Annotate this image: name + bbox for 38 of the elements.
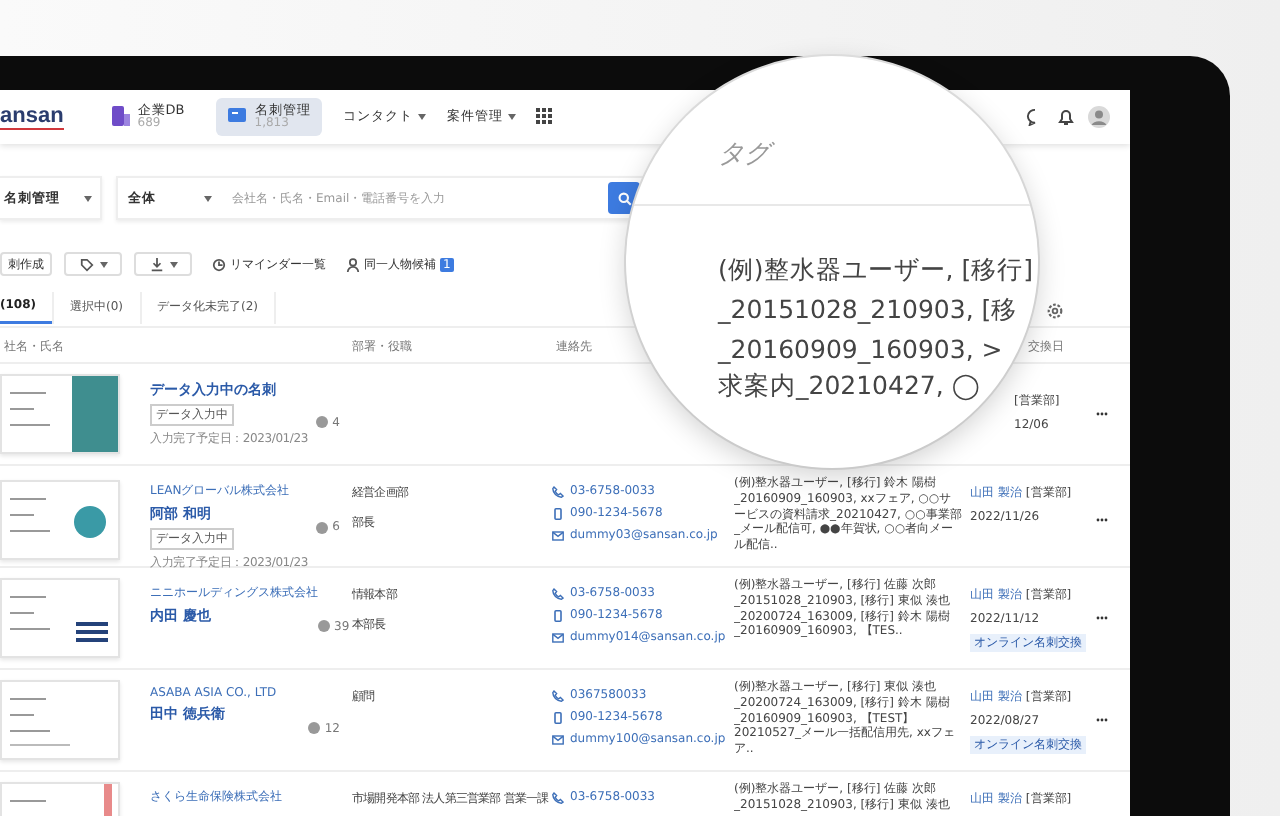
tag-icon	[79, 257, 93, 271]
settings-icon[interactable]	[1046, 302, 1064, 320]
tag-dropdown[interactable]	[64, 252, 122, 276]
phone-icon	[552, 791, 564, 803]
comment-icon	[316, 521, 329, 533]
mobile-icon	[552, 609, 564, 621]
caret-icon	[84, 195, 92, 201]
tag-column-heading: タグ	[718, 136, 1038, 172]
caret-icon	[508, 113, 517, 120]
caret-icon	[204, 195, 212, 201]
download-dropdown[interactable]	[134, 252, 192, 276]
clock-icon	[212, 257, 226, 271]
bell-icon[interactable]	[1058, 108, 1074, 126]
avatar-icon[interactable]	[1088, 106, 1110, 128]
caret-icon	[99, 261, 107, 267]
phone-icon	[552, 689, 564, 701]
mobile-icon	[552, 711, 564, 723]
caret-icon	[418, 113, 427, 120]
comment-icon	[316, 416, 329, 428]
tag-text-line: 求案内_20210427, ◯	[718, 370, 980, 404]
mobile-icon	[552, 507, 564, 519]
mail-icon	[552, 529, 564, 541]
mail-icon	[552, 733, 564, 745]
tag-text-line: (例)整水器ユーザー, [移行]	[718, 254, 1033, 288]
card-icon	[228, 106, 247, 127]
comment-icon	[308, 722, 321, 734]
download-icon	[149, 257, 163, 271]
phone-icon	[552, 587, 564, 599]
comment-icon	[318, 620, 330, 632]
caret-icon	[169, 261, 177, 267]
logo: ansan	[0, 105, 64, 129]
mail-icon	[552, 631, 564, 643]
tag-text-line: _20160909_160903, >	[718, 334, 1003, 364]
grid-icon[interactable]	[536, 108, 553, 125]
building-icon	[111, 106, 130, 127]
phone-icon	[552, 485, 564, 497]
tag-text-line: _20151028_210903, [移	[718, 294, 1018, 328]
person-icon	[346, 257, 360, 271]
